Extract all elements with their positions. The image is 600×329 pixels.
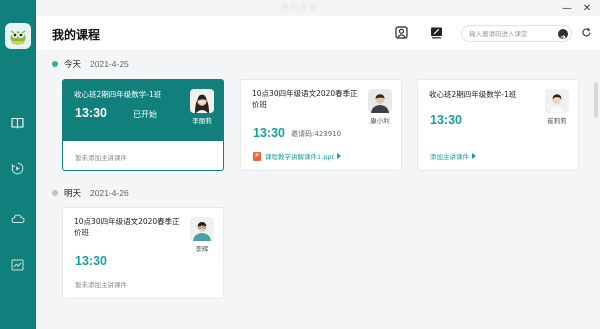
courseware-note: 暂未添加主讲课件 — [75, 154, 127, 162]
course-title: 10点30四年级语文2020春季正价班 — [74, 217, 180, 237]
course-time: 13:30 — [75, 254, 107, 268]
chart-icon — [11, 256, 24, 275]
page-title: 我的课程 — [52, 28, 101, 42]
arrow-right-icon — [560, 25, 566, 44]
sidebar-item-stats[interactable] — [9, 257, 26, 274]
add-courseware-link[interactable]: 添加主讲课件 — [430, 151, 476, 161]
teacher-name: 李辉 — [195, 245, 209, 253]
main-area: 我的课堂 — ✕ 我的课程 输入邀请码进入课堂 今天 2021-4-25 收心班… — [36, 0, 600, 329]
cloud-icon — [10, 209, 25, 228]
close-icon: ✕ — [582, 2, 592, 14]
course-time: 13:30 — [75, 106, 107, 120]
book-icon — [11, 114, 24, 133]
course-time: 13:30 — [253, 126, 285, 140]
course-status: 已开始 — [133, 110, 157, 119]
invite-code-search — [461, 25, 572, 42]
header-bar: 我的课程 — [36, 16, 600, 50]
invite-code-input[interactable] — [469, 28, 557, 40]
course-card[interactable]: 收心班2期四年级数学-1班 13:30 崔莉莉 添加主讲课件 — [417, 79, 579, 171]
refresh-button[interactable] — [580, 26, 592, 38]
window-titlebar: 我的课堂 — ✕ — [36, 0, 600, 16]
course-title: 收心班2期四年级数学-1班 — [74, 90, 162, 99]
sidebar-item-courses[interactable] — [9, 115, 26, 132]
user-badge-icon — [394, 24, 408, 43]
course-title: 收心班2期四年级数学-1班 — [429, 90, 517, 99]
day-label: 明天 — [64, 188, 82, 198]
teacher-avatar — [190, 217, 214, 241]
refresh-icon — [581, 23, 592, 42]
sidebar-item-cloud[interactable] — [9, 210, 26, 227]
minimize-button[interactable]: — — [558, 0, 576, 16]
tomorrow-dot — [52, 190, 58, 196]
add-courseware-label: 添加主讲课件 — [430, 153, 469, 161]
teacher-avatar — [368, 89, 392, 113]
invite-code: 邀请码:423910 — [291, 130, 342, 138]
edit-screen-icon — [430, 24, 443, 43]
close-button[interactable]: ✕ — [578, 0, 596, 16]
arrow-right-icon — [337, 153, 342, 159]
course-card[interactable]: 收心班2期四年级数学-1班 13:30 已开始 李丽莉 暂未添加主讲课件 — [62, 79, 224, 171]
day-date: 2021-4-26 — [90, 188, 129, 198]
course-card[interactable]: 10点30四年级语文2020春季正价班 13:30 邀请码:423910 康小利… — [240, 79, 402, 171]
window-title: 我的课堂 — [281, 3, 317, 12]
day-header-tomorrow: 明天 2021-4-26 — [52, 187, 129, 199]
teacher-name: 康小利 — [370, 117, 390, 125]
vertical-scrollbar[interactable] — [594, 82, 598, 118]
course-time: 13:30 — [430, 113, 462, 127]
courseware-link[interactable]: P 课程教学讲解课件1.ppt — [253, 151, 342, 161]
day-date: 2021-4-25 — [90, 59, 129, 69]
ppt-file-icon: P — [253, 151, 261, 161]
day-header-today: 今天 2021-4-25 — [52, 58, 129, 70]
owl-logo-icon — [5, 23, 31, 49]
course-title: 10点30四年级语文2020春季正价班 — [252, 89, 358, 109]
today-dot — [52, 61, 58, 67]
enter-class-button[interactable] — [558, 29, 568, 39]
profile-button[interactable] — [394, 24, 408, 43]
courseware-note: 暂未添加主讲课件 — [75, 281, 127, 289]
teacher-avatar — [190, 89, 214, 113]
teacher-name: 崔莉莉 — [547, 117, 567, 125]
sidebar — [0, 0, 36, 329]
teacher-name: 李丽莉 — [192, 117, 212, 125]
teacher-avatar — [545, 89, 569, 113]
sidebar-item-playback[interactable] — [9, 161, 26, 178]
course-card[interactable]: 10点30四年级语文2020春季正价班 13:30 李辉 暂未添加主讲课件 — [62, 207, 224, 299]
courseware-filename: 课程教学讲解课件1.ppt — [265, 153, 335, 161]
whiteboard-button[interactable] — [429, 26, 443, 40]
minimize-icon: — — [562, 2, 572, 14]
day-label: 今天 — [64, 59, 82, 69]
arrow-right-icon — [472, 153, 476, 159]
playback-icon — [11, 160, 24, 179]
